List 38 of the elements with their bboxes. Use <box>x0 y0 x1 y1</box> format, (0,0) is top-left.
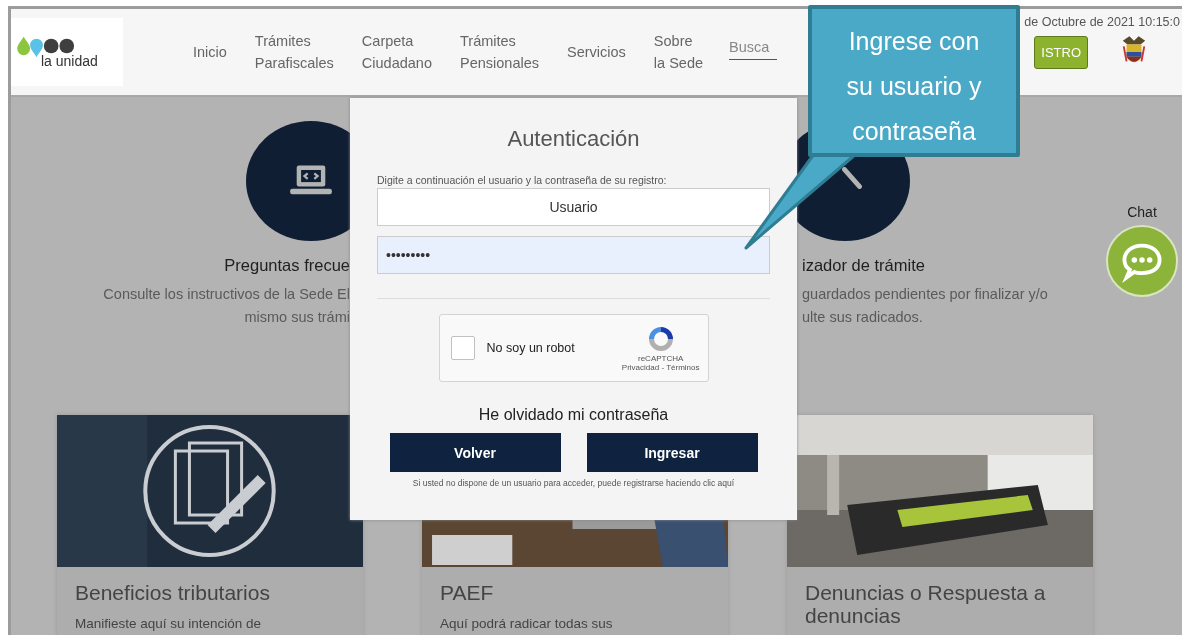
login-button[interactable]: Ingresar <box>586 433 758 472</box>
card-description: Manifieste aquí su intención de <box>75 616 263 631</box>
nav-link[interactable]: Sobre la Sede <box>653 30 703 74</box>
nav-link[interactable]: Trámites Pensionales <box>460 30 539 74</box>
card[interactable]: Denuncias o Respuesta a denuncias <box>787 415 1093 635</box>
nav-link[interactable]: Inicio <box>193 41 227 63</box>
checkbox[interactable] <box>450 336 475 360</box>
privacy-terms-link[interactable]: Privacidad - Términos <box>621 363 700 372</box>
instruction-text: Digite a continuación el usuario y la contraseña de su registro: <box>377 174 667 186</box>
card[interactable]: Beneficios tributarios Manifieste aquí su intención de <box>57 415 363 635</box>
chat-label: Chat <box>1127 204 1157 220</box>
nav-link[interactable]: Carpeta Ciudadano <box>361 30 432 74</box>
feature-title: Preguntas frecue <box>224 256 350 275</box>
card-title: Beneficios tributarios <box>75 581 271 604</box>
back-button[interactable]: Volver <box>389 433 561 472</box>
captcha-label: No soy un robot <box>486 341 575 355</box>
feature-description: guardados pendientes por finalizar y/o <box>802 285 1048 304</box>
magnifier-handle-icon <box>842 167 862 189</box>
username-field[interactable]: Usuario <box>377 188 770 226</box>
logo-text: la unidad <box>41 53 99 69</box>
captcha-brand: reCAPTCHA <box>638 354 684 363</box>
card-title: Denuncias o Respuesta a denuncias <box>805 581 1047 627</box>
logo[interactable]: la unidad <box>11 18 123 86</box>
dialog-title: Autenticación <box>507 126 640 152</box>
register-note: Si usted no dispone de un usuario para acceder, puede registrarse haciendo clic aquí <box>412 478 735 488</box>
card-description: Aquí podrá radicar todas sus <box>440 616 614 631</box>
feature-description: Consulte los instructivos de la Sede El <box>103 285 350 304</box>
search-field[interactable]: Busca <box>729 38 777 60</box>
feature-title: izador de trámite <box>802 256 925 275</box>
card-title: PAEF <box>440 581 495 604</box>
feature-description: ulte sus radicados. <box>802 308 923 327</box>
password-field[interactable]: ••••••••• <box>377 236 770 274</box>
feature-description: mismo sus trámi <box>244 308 350 327</box>
nav-link[interactable]: Trámites Parafiscales <box>254 30 334 74</box>
callout-bubble: Ingrese con su usuario y contraseña <box>808 5 1020 157</box>
forgot-password-link[interactable]: He olvidado mi contraseña <box>478 406 669 424</box>
nav-link[interactable]: Servicios <box>567 41 626 63</box>
date-time: de Octubre de 2021 10:15:0 <box>1024 15 1180 29</box>
